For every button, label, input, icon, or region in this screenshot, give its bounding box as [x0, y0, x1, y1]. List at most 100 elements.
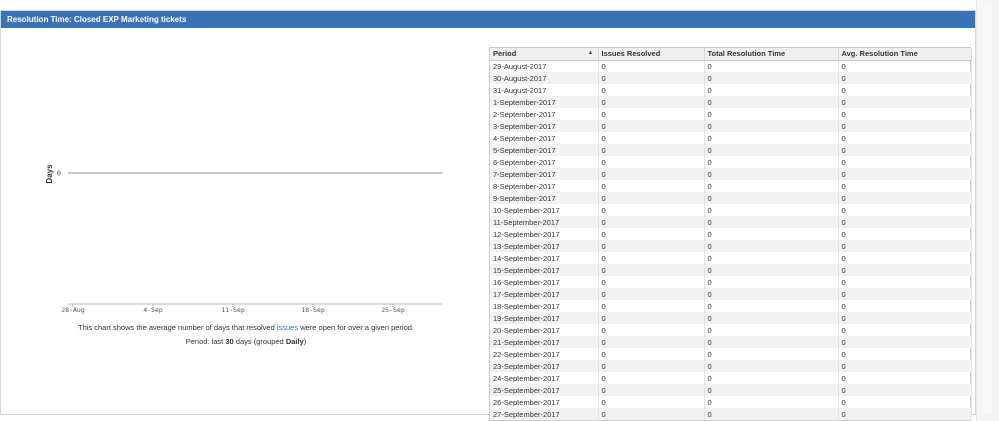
resolution-table: Period ▲ Issues Resolved Total Resolution…	[490, 48, 972, 420]
cell-total-resolution-time: 0	[704, 324, 839, 336]
cell-issues-resolved: 0	[598, 288, 705, 300]
cell-period: 7-September-2017	[490, 168, 599, 180]
table-row: 18-September-2017 0 0 0	[490, 300, 972, 312]
x-tick-label: 4-Sep	[143, 306, 163, 314]
table-row: 23-September-2017 0 0 0	[490, 360, 972, 372]
cell-issues-resolved: 0	[598, 72, 705, 84]
table-row: 16-September-2017 0 0 0	[490, 276, 972, 288]
table-row: 17-September-2017 0 0 0	[490, 288, 972, 300]
issues-link[interactable]: issues	[277, 323, 298, 332]
table-row: 19-September-2017 0 0 0	[490, 312, 972, 324]
cell-avg-resolution-time: 0	[838, 408, 972, 420]
cell-period: 23-September-2017	[490, 360, 599, 372]
cell-avg-resolution-time: 0	[838, 348, 972, 360]
cell-period: 9-September-2017	[490, 192, 599, 204]
cell-total-resolution-time: 0	[704, 60, 839, 72]
cell-total-resolution-time: 0	[704, 144, 839, 156]
scrollbar-thumb[interactable]	[983, 4, 992, 414]
table-row: 25-September-2017 0 0 0	[490, 384, 972, 396]
column-header-period[interactable]: Period ▲	[490, 48, 599, 61]
cell-total-resolution-time: 0	[704, 192, 839, 204]
cell-issues-resolved: 0	[598, 252, 705, 264]
description-suffix: were open for over a given period.	[298, 323, 415, 332]
cell-total-resolution-time: 0	[704, 300, 839, 312]
cell-total-resolution-time: 0	[704, 108, 839, 120]
cell-issues-resolved: 0	[598, 360, 705, 372]
cell-issues-resolved: 0	[598, 300, 705, 312]
cell-avg-resolution-time: 0	[838, 192, 972, 204]
cell-period: 18-September-2017	[490, 300, 599, 312]
chart-description: This chart shows the average number of d…	[41, 322, 451, 334]
cell-avg-resolution-time: 0	[838, 252, 972, 264]
resolution-time-gadget: Resolution Time: Closed EXP Marketing ti…	[0, 10, 976, 421]
cell-period: 21-September-2017	[490, 336, 599, 348]
cell-period: 13-September-2017	[490, 240, 599, 252]
cell-total-resolution-time: 0	[704, 396, 839, 408]
table-row: 21-September-2017 0 0 0	[490, 336, 972, 348]
resolution-table-container: Period ▲ Issues Resolved Total Resolution…	[489, 47, 972, 421]
cell-avg-resolution-time: 0	[838, 156, 972, 168]
cell-issues-resolved: 0	[598, 396, 705, 408]
cell-period: 11-September-2017	[490, 216, 599, 228]
cell-issues-resolved: 0	[598, 108, 705, 120]
y-axis-title: Days	[45, 164, 54, 184]
cell-issues-resolved: 0	[598, 96, 705, 108]
cell-total-resolution-time: 0	[704, 156, 839, 168]
table-row: 29-August-2017 0 0 0	[490, 60, 972, 72]
table-row: 13-September-2017 0 0 0	[490, 240, 972, 252]
cell-total-resolution-time: 0	[704, 252, 839, 264]
cell-avg-resolution-time: 0	[838, 228, 972, 240]
period-middle: days (grouped	[233, 337, 286, 346]
table-row: 5-September-2017 0 0 0	[490, 144, 972, 156]
cell-period: 15-September-2017	[490, 264, 599, 276]
cell-period: 17-September-2017	[490, 288, 599, 300]
cell-period: 19-September-2017	[490, 312, 599, 324]
cell-total-resolution-time: 0	[704, 168, 839, 180]
cell-total-resolution-time: 0	[704, 132, 839, 144]
cell-issues-resolved: 0	[598, 180, 705, 192]
cell-total-resolution-time: 0	[704, 216, 839, 228]
cell-avg-resolution-time: 0	[838, 204, 972, 216]
cell-avg-resolution-time: 0	[838, 168, 972, 180]
cell-period: 8-September-2017	[490, 180, 599, 192]
table-row: 12-September-2017 0 0 0	[490, 228, 972, 240]
cell-avg-resolution-time: 0	[838, 84, 972, 96]
column-header-total-resolution-time[interactable]: Total Resolution Time	[704, 48, 839, 61]
cell-issues-resolved: 0	[598, 228, 705, 240]
column-header-avg-resolution-time[interactable]: Avg. Resolution Time	[838, 48, 972, 61]
cell-total-resolution-time: 0	[704, 240, 839, 252]
period-info: Period: last 30 days (grouped Daily)	[41, 337, 451, 346]
cell-avg-resolution-time: 0	[838, 276, 972, 288]
page-scrollbar[interactable]	[976, 0, 999, 421]
x-tick-label: 11-Sep	[221, 306, 245, 314]
cell-avg-resolution-time: 0	[838, 108, 972, 120]
cell-period: 16-September-2017	[490, 276, 599, 288]
cell-period: 5-September-2017	[490, 144, 599, 156]
cell-total-resolution-time: 0	[704, 228, 839, 240]
cell-avg-resolution-time: 0	[838, 384, 972, 396]
cell-issues-resolved: 0	[598, 60, 705, 72]
resolution-chart: Days 28-Aug 4-Sep 11-Sep 18-Sep 25-Sep 0	[41, 51, 451, 321]
table-row: 14-September-2017 0 0 0	[490, 252, 972, 264]
cell-issues-resolved: 0	[598, 156, 705, 168]
cell-issues-resolved: 0	[598, 276, 705, 288]
cell-issues-resolved: 0	[598, 120, 705, 132]
column-header-issues-resolved[interactable]: Issues Resolved	[598, 48, 705, 61]
table-row: 10-September-2017 0 0 0	[490, 204, 972, 216]
cell-avg-resolution-time: 0	[838, 300, 972, 312]
sort-ascending-icon[interactable]: ▲	[588, 50, 594, 56]
cell-issues-resolved: 0	[598, 384, 705, 396]
table-row: 2-September-2017 0 0 0	[490, 108, 972, 120]
table-row: 20-September-2017 0 0 0	[490, 324, 972, 336]
cell-issues-resolved: 0	[598, 264, 705, 276]
cell-issues-resolved: 0	[598, 132, 705, 144]
cell-total-resolution-time: 0	[704, 96, 839, 108]
description-prefix: This chart shows the average number of d…	[77, 323, 277, 332]
cell-total-resolution-time: 0	[704, 408, 839, 420]
cell-issues-resolved: 0	[598, 312, 705, 324]
cell-avg-resolution-time: 0	[838, 96, 972, 108]
cell-period: 26-September-2017	[490, 396, 599, 408]
table-header-row: Period ▲ Issues Resolved Total Resolution…	[490, 48, 972, 61]
cell-total-resolution-time: 0	[704, 372, 839, 384]
cell-issues-resolved: 0	[598, 240, 705, 252]
